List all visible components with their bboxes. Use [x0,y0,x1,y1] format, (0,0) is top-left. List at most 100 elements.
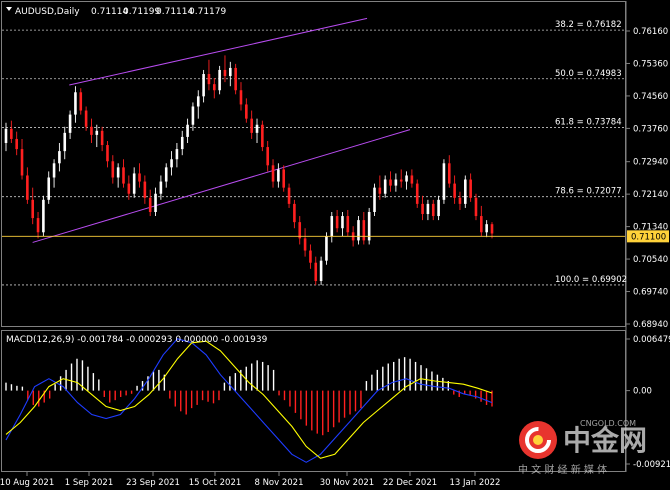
candle-body [314,262,318,281]
candle-body [469,179,472,198]
candle-body [36,218,40,233]
candle-body [31,199,35,219]
candle-body [122,167,125,184]
candle-body [223,69,227,77]
cngold-slogan: 中 文 财 经 新 媒 体 [518,463,607,476]
candle [399,169,403,188]
candle-body [325,236,328,261]
candle-body [335,216,339,229]
candle-body [426,203,430,215]
candle [346,209,350,237]
candle-body [42,199,45,233]
candle-body [63,132,67,152]
symbol-title: AUDUSD,Daily [15,7,80,17]
candle-body [330,216,334,237]
candle [4,122,8,152]
candle [415,179,419,208]
candle-body [20,149,24,176]
candle-body [148,197,152,212]
price-tick-label: 0.76160 [633,27,668,37]
candle [132,167,136,198]
candle-body [4,128,8,144]
candle-body [442,163,446,200]
candle [330,211,334,243]
candle-body [191,106,195,125]
candle [325,232,328,265]
price-channel [32,17,411,243]
candle [42,195,45,237]
time-axis: 10 Aug 2021 1 Sep 2021 23 Sep 2021 15 Oct 2… [0,472,500,488]
price-tick-label: 0.73760 [633,124,668,134]
candle-body [373,187,376,212]
candle [245,98,248,123]
candle [207,59,211,91]
candle [10,120,13,144]
menu-triangle-icon[interactable] [6,7,12,11]
candle [159,175,163,200]
candle-body [58,151,61,164]
candle [175,143,179,168]
candle [127,175,131,200]
candle-body [218,69,221,91]
candle-body [95,130,99,135]
candle-body [84,110,88,127]
candle [202,69,205,103]
candle [250,110,253,139]
candle [341,211,344,237]
candle-body [277,169,280,182]
current-price-label: 0.71100 [631,232,666,242]
candle-body [474,197,478,217]
candle [357,216,360,245]
price-panel-border [1,1,626,327]
candle [122,159,125,188]
candle [116,163,120,188]
candle [212,78,216,99]
candle [234,63,237,95]
candle [373,183,376,217]
candle-body [431,203,435,217]
time-tick-label: 23 Sep 2021 [126,478,180,488]
candle-body [271,165,275,182]
candle-body [239,90,243,105]
candle [319,256,323,286]
candle [405,171,408,190]
macd-tick-label: 0.006479 [633,335,670,345]
channel-lower-line[interactable] [32,129,411,243]
candle [458,191,462,210]
price-tick-label: 0.72940 [633,158,668,168]
candle [362,211,366,245]
candle [58,143,61,172]
candle [410,169,414,188]
candle-body [309,250,312,263]
channel-upper-line[interactable] [69,17,368,86]
candle [431,199,435,221]
macd-tick-label: -0.009215 [633,460,670,470]
candle [277,163,280,188]
time-tick-label: 15 Oct 2021 [189,478,242,488]
candle [191,102,195,131]
candle-body [229,67,232,77]
candle [303,228,307,257]
candle [389,171,392,192]
candle [106,140,109,168]
candle-body [378,187,382,194]
candle [261,120,264,152]
candle-body [100,130,104,146]
candle-body [116,167,120,178]
candle-body [138,173,141,182]
candle [463,175,467,208]
candle-body [282,169,286,188]
fib-label: 50.0 = 0.74983 [555,69,622,79]
candle [31,187,35,225]
candlesticks [4,55,494,286]
candle [421,195,424,221]
time-tick-label: 10 Aug 2021 [0,478,54,488]
ohlc-high: 0.71199 [123,7,160,17]
candle [255,118,259,144]
time-tick-label: 22 Dec 2021 [383,478,437,488]
cngold-watermark: 中金网 CNGOLD.COM 中 文 财 经 新 媒 体 [518,419,647,476]
candle-body [79,92,83,111]
candle [266,140,269,172]
candle [186,118,189,144]
candle [437,195,440,221]
